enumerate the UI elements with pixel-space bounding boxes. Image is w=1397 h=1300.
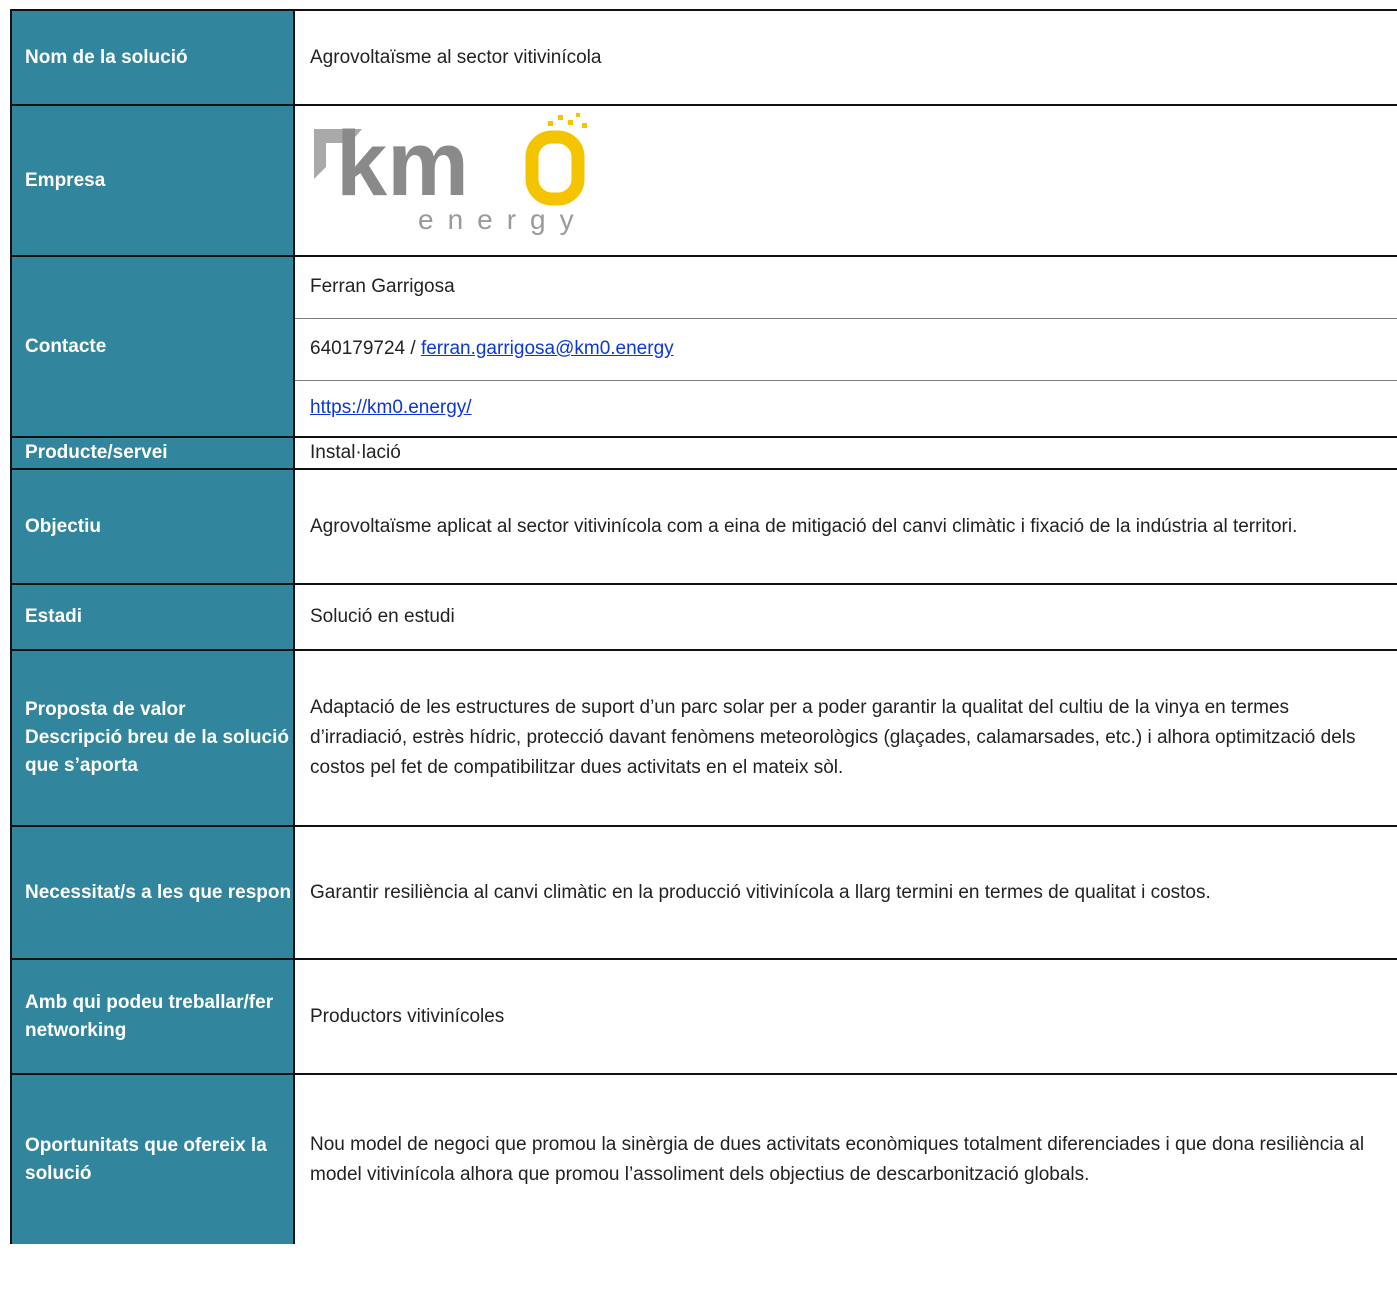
value-contact-website: https://km0.energy/: [293, 379, 1397, 438]
row-contacte-name: Contacte Ferran Garrigosa: [10, 255, 1397, 438]
logo-km-text: km: [336, 113, 469, 215]
contact-website-link[interactable]: https://km0.energy/: [310, 397, 472, 418]
value-contact-phone-email: 640179724 / ferran.garrigosa@km0.energy: [293, 317, 1397, 381]
label-nom: Nom de la solució: [10, 9, 295, 106]
label-producte: Producte/servei: [10, 436, 295, 470]
logo-energy-text: energy: [418, 204, 588, 235]
solution-sheet: Nom de la solució Agrovoltaïsme al secto…: [10, 9, 1397, 1300]
value-objectiu: Agrovoltaïsme aplicat al sector vitiviní…: [293, 468, 1397, 585]
value-nom: Agrovoltaïsme al sector vitivinícola: [293, 9, 1397, 106]
value-producte: Instal·lació: [293, 436, 1397, 470]
contact-email-link[interactable]: ferran.garrigosa@km0.energy: [421, 338, 674, 359]
value-contact-name: Ferran Garrigosa: [293, 255, 1397, 319]
value-necessitats: Garantir resiliència al canvi climàtic e…: [293, 825, 1397, 960]
km0-energy-logo: km energy: [310, 111, 1390, 251]
label-oportunitats: Oportunitats que ofereix la solució: [10, 1073, 295, 1244]
value-estadi: Solució en estudi: [293, 583, 1397, 651]
value-empresa: km energy: [293, 104, 1397, 257]
label-proposta-line2: Descripció breu de la solució que s’apor…: [25, 727, 289, 776]
label-proposta-line1: Proposta de valor: [25, 699, 186, 720]
km0-logo-icon: km energy: [314, 112, 588, 235]
label-amb-qui: Amb qui podeu treballar/fer networking: [10, 958, 295, 1075]
contact-phone: 640179724: [310, 338, 406, 359]
label-estadi: Estadi: [10, 583, 295, 651]
row-oportunitats: Oportunitats que ofereix la solució Nou …: [10, 1073, 1397, 1244]
label-contacte: Contacte: [10, 255, 295, 438]
value-oportunitats: Nou model de negoci que promou la sinèrg…: [293, 1073, 1397, 1244]
row-proposta: Proposta de valor Descripció breu de la s…: [10, 649, 1397, 827]
solution-table: Nom de la solució Agrovoltaïsme al secto…: [10, 9, 1397, 1244]
row-amb-qui: Amb qui podeu treballar/fer networking P…: [10, 958, 1397, 1075]
value-amb-qui: Productors vitivinícoles: [293, 958, 1397, 1075]
row-objectiu: Objectiu Agrovoltaïsme aplicat al sector…: [10, 468, 1397, 585]
contact-separator: /: [405, 338, 421, 359]
value-proposta: Adaptació de les estructures de suport d…: [293, 649, 1397, 827]
row-empresa: Empresa km energy: [10, 104, 1397, 257]
row-necessitats: Necessitat/s a les que respon Garantir r…: [10, 825, 1397, 960]
row-producte: Producte/servei Instal·lació: [10, 436, 1397, 470]
row-nom: Nom de la solució Agrovoltaïsme al secto…: [10, 9, 1397, 106]
label-objectiu: Objectiu: [10, 468, 295, 585]
label-necessitats: Necessitat/s a les que respon: [10, 825, 295, 960]
label-proposta: Proposta de valor Descripció breu de la s…: [10, 649, 295, 827]
label-empresa: Empresa: [10, 104, 295, 257]
row-estadi: Estadi Solució en estudi: [10, 583, 1397, 651]
